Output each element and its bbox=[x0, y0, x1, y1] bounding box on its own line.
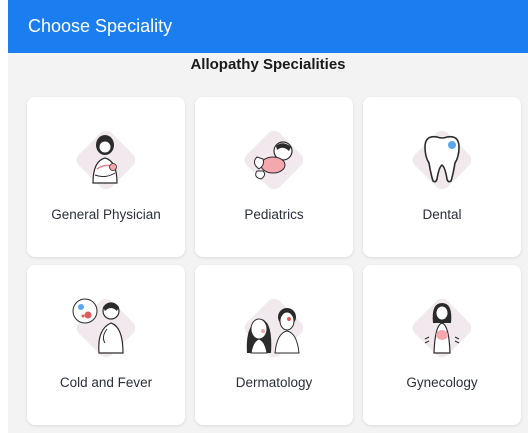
speciality-label: Cold and Fever bbox=[59, 375, 153, 390]
speciality-label: Dermatology bbox=[235, 375, 313, 390]
speciality-card-pediatrics[interactable]: Pediatrics bbox=[195, 97, 353, 257]
page-title: Choose Speciality bbox=[28, 16, 173, 36]
speciality-card-dermatology[interactable]: Dermatology bbox=[195, 265, 353, 425]
pediatrics-icon bbox=[239, 125, 309, 195]
speciality-label: General Physician bbox=[51, 207, 161, 222]
speciality-card-general-physician[interactable]: General Physician bbox=[27, 97, 185, 257]
speciality-label: Pediatrics bbox=[244, 207, 304, 222]
dermatology-icon bbox=[239, 293, 309, 363]
speciality-content: Allopathy Specialities General Physician bbox=[8, 53, 528, 433]
speciality-label: Gynecology bbox=[406, 375, 478, 390]
tooth-icon bbox=[407, 125, 477, 195]
gynecology-icon bbox=[407, 293, 477, 363]
speciality-label: Dental bbox=[422, 207, 462, 222]
section-title: Allopathy Specialities bbox=[190, 56, 346, 73]
app-header: Choose Speciality bbox=[8, 0, 528, 53]
general-physician-icon bbox=[71, 125, 141, 195]
speciality-card-dental[interactable]: Dental bbox=[363, 97, 521, 257]
app-frame: Choose Speciality Allopathy Specialities… bbox=[0, 0, 528, 433]
speciality-card-gynecology[interactable]: Gynecology bbox=[363, 265, 521, 425]
cold-fever-icon bbox=[71, 293, 141, 363]
speciality-card-cold-and-fever[interactable]: Cold and Fever bbox=[27, 265, 185, 425]
